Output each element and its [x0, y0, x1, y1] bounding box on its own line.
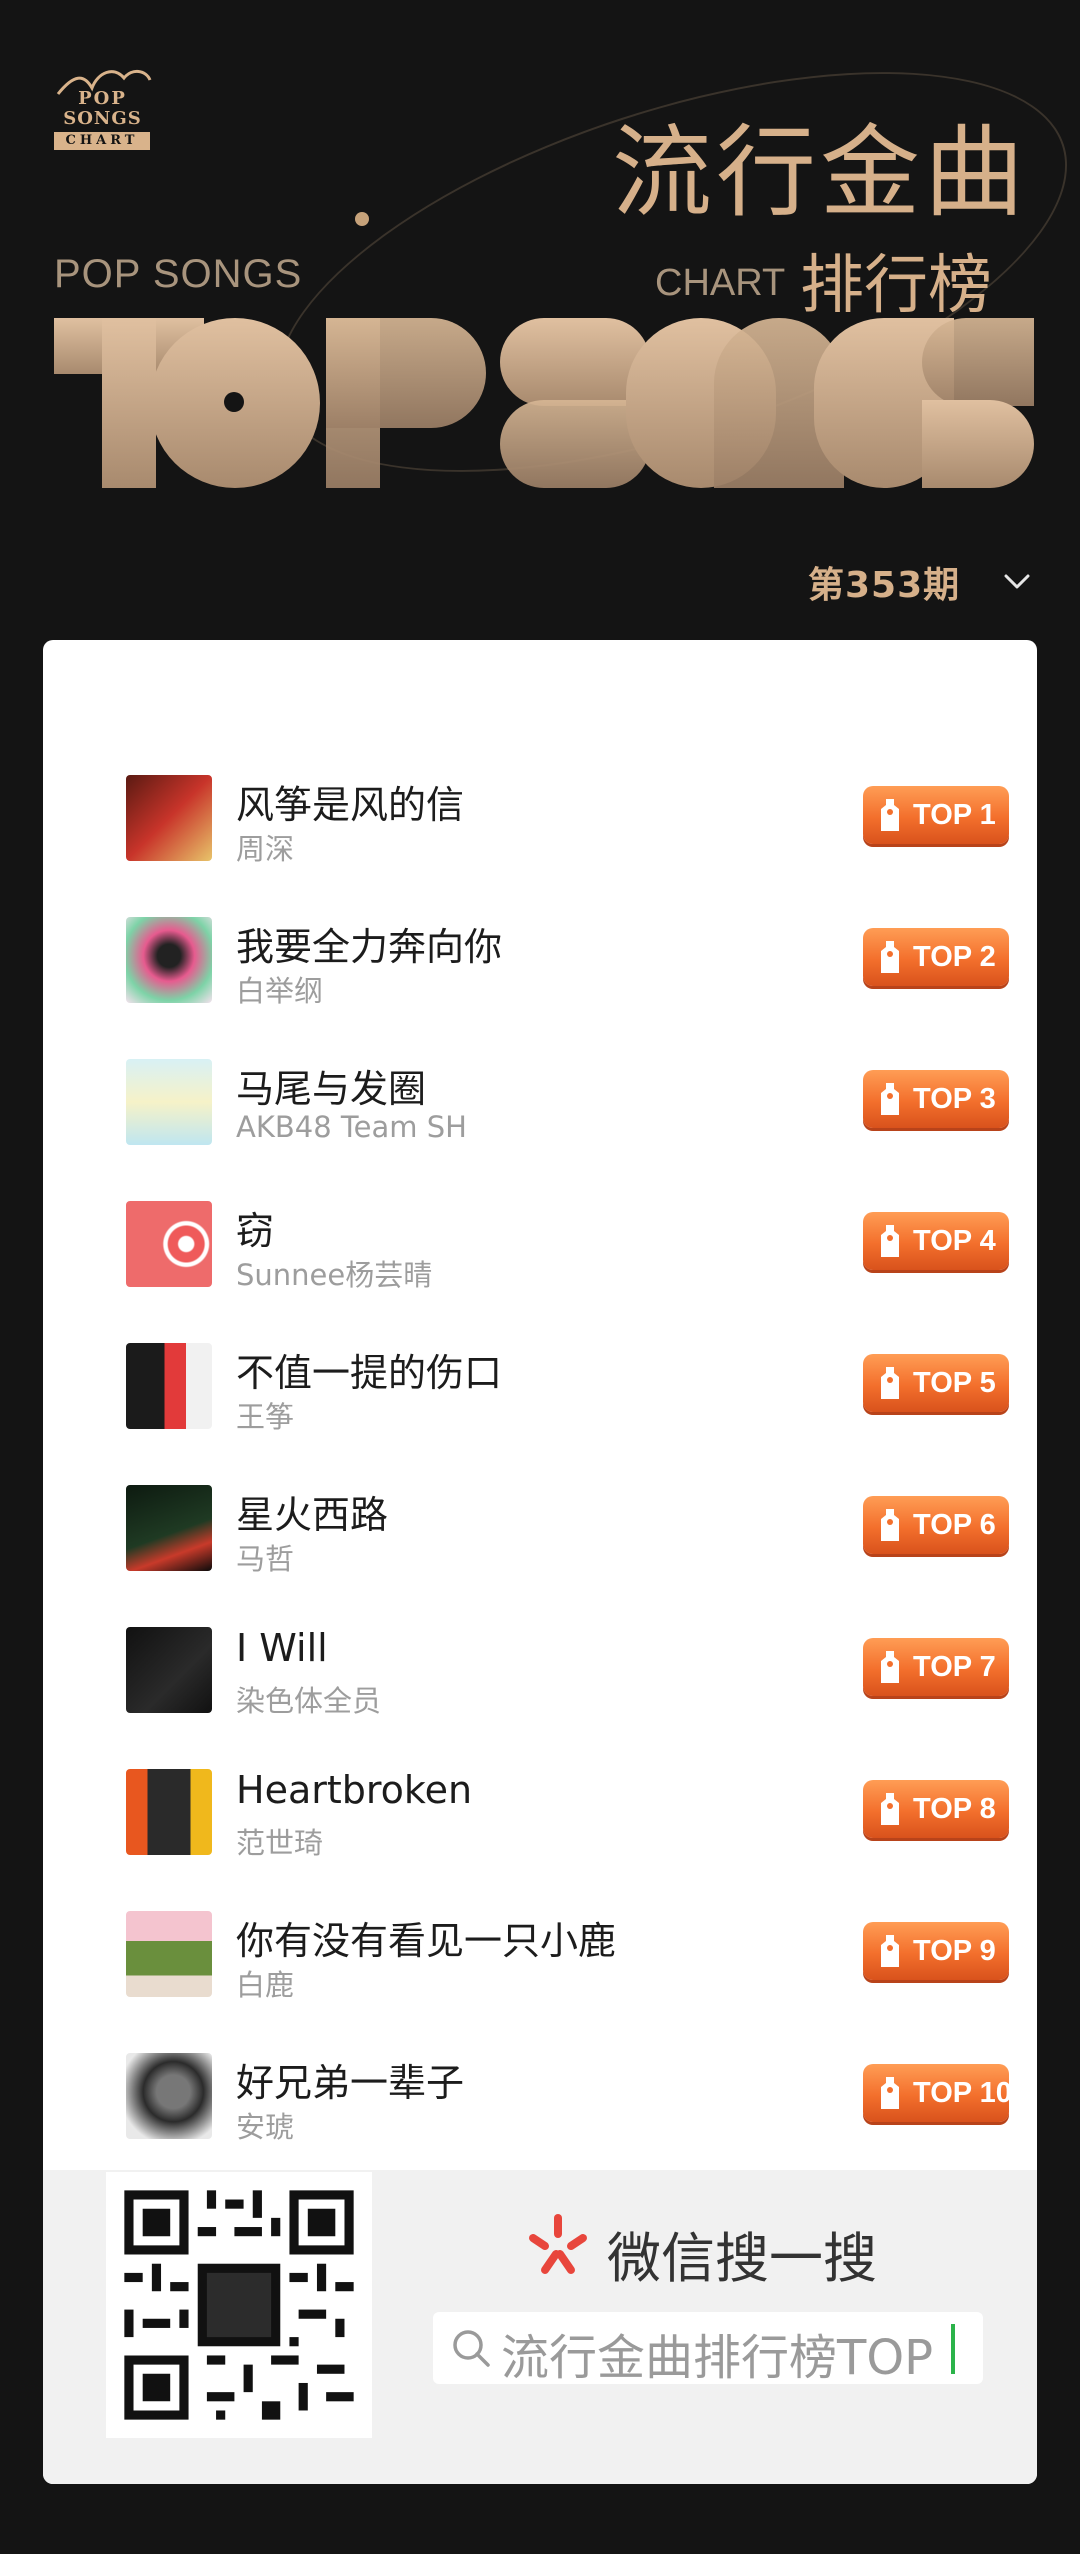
chart-label: CHART	[655, 262, 786, 304]
song-artist: 马哲	[236, 1542, 295, 1576]
rank-tag-icon	[881, 2077, 899, 2109]
song-artist: AKB48 Team SH	[236, 1110, 467, 1144]
rank-badge: TOP 5	[863, 1354, 1009, 1412]
search-icon	[453, 2330, 490, 2367]
rank-badge: TOP 1	[863, 786, 1009, 844]
song-title: 窃	[236, 1209, 275, 1253]
rank-tag-icon	[881, 1367, 899, 1399]
song-title: 我要全力奔向你	[236, 925, 503, 969]
song-artist: 周深	[236, 832, 295, 866]
orbit-dot	[355, 212, 369, 226]
rank-tag-icon	[881, 799, 899, 831]
song-row[interactable]: 风筝是风的信 周深 TOP 1	[43, 760, 1037, 880]
song-row[interactable]: Heartbroken 范世琦 TOP 8	[43, 1754, 1037, 1874]
chevron-down-icon[interactable]	[1002, 566, 1032, 596]
song-artist: Sunnee杨芸晴	[236, 1258, 433, 1292]
rank-badge: TOP 9	[863, 1922, 1009, 1980]
footer-promo: 微信搜一搜 流行金曲排行榜TOP	[43, 2170, 1037, 2484]
rank-tag-icon	[881, 1509, 899, 1541]
rank-badge: TOP 2	[863, 928, 1009, 986]
album-cover	[126, 1485, 212, 1571]
rank-tag-icon	[881, 941, 899, 973]
song-title: 风筝是风的信	[236, 783, 465, 827]
album-cover	[126, 1343, 212, 1429]
text-caret	[951, 2324, 955, 2374]
pop-songs-label: POP SONGS	[54, 252, 303, 296]
song-row[interactable]: 好兄弟一辈子 安琥 TOP 10	[43, 2038, 1037, 2158]
search-query: 流行金曲排行榜TOP	[501, 2330, 934, 2386]
song-artist: 白鹿	[236, 1968, 295, 2002]
song-artist: 安琥	[236, 2110, 295, 2144]
qr-code[interactable]	[106, 2172, 372, 2438]
song-artist: 白举纲	[236, 974, 324, 1008]
album-cover	[126, 2053, 212, 2139]
song-title: 不值一提的伤口	[236, 1351, 503, 1395]
wechat-search-label: 微信搜一搜	[607, 2227, 877, 2290]
song-row[interactable]: 星火西路 马哲 TOP 6	[43, 1470, 1037, 1590]
song-title: 马尾与发圈	[236, 1067, 427, 1111]
album-cover	[126, 1201, 212, 1287]
issue-number[interactable]: 第353期	[808, 556, 960, 608]
rank-tag-icon	[881, 1935, 899, 1967]
page-subtitle: 排行榜	[800, 249, 992, 323]
song-row[interactable]: 不值一提的伤口 王筝 TOP 5	[43, 1328, 1037, 1448]
album-cover	[126, 1059, 212, 1145]
song-row[interactable]: I Will 染色体全员 TOP 7	[43, 1612, 1037, 1732]
search-input[interactable]: 流行金曲排行榜TOP	[433, 2312, 983, 2386]
song-title: 好兄弟一辈子	[236, 2061, 465, 2105]
song-artist: 范世琦	[236, 1826, 324, 1860]
album-cover	[126, 1627, 212, 1713]
rank-badge: TOP 8	[863, 1780, 1009, 1838]
song-title: 星火西路	[236, 1493, 389, 1537]
rank-tag-icon	[881, 1793, 899, 1825]
song-row[interactable]: 马尾与发圈 AKB48 Team SH TOP 3	[43, 1044, 1037, 1164]
rank-badge: TOP 10	[863, 2064, 1012, 2122]
album-cover	[126, 775, 212, 861]
song-title: Heartbroken	[236, 1768, 473, 1812]
rank-badge: TOP 6	[863, 1496, 1009, 1554]
logo-pop: POP	[78, 88, 127, 109]
rank-tag-icon	[881, 1225, 899, 1257]
page-title: 流行金曲	[612, 114, 1028, 231]
song-artist: 染色体全员	[236, 1684, 382, 1718]
logo-chart: CHART	[54, 132, 150, 150]
song-row[interactable]: 你有没有看见一只小鹿 白鹿 TOP 9	[43, 1896, 1037, 2016]
pop-songs-chart-logo: POP SONGS CHART	[50, 58, 160, 158]
rank-badge: TOP 3	[863, 1070, 1009, 1128]
song-title: 你有没有看见一只小鹿	[236, 1919, 617, 1963]
rank-tag-icon	[881, 1651, 899, 1683]
rank-badge: TOP 7	[863, 1638, 1009, 1696]
logo-songs: SONGS	[63, 108, 142, 129]
song-artist: 王筝	[236, 1400, 295, 1434]
wechat-search-icon	[529, 2214, 587, 2274]
song-row[interactable]: 我要全力奔向你 白举纲 TOP 2	[43, 902, 1037, 1022]
chart-card: 风筝是风的信 周深 TOP 1 我要全力奔向你 白举纲 TOP 2 马尾与发圈 …	[43, 640, 1037, 2484]
album-cover	[126, 1769, 212, 1855]
header: POP SONGS CHART 流行金曲 POP SONGS CHART 排行榜…	[0, 0, 1080, 640]
rank-badge: TOP 4	[863, 1212, 1009, 1270]
song-row[interactable]: 窃 Sunnee杨芸晴 TOP 4	[43, 1186, 1037, 1306]
album-cover	[126, 1911, 212, 1997]
top-songs-graphic	[54, 318, 1034, 488]
song-title: I Will	[236, 1626, 328, 1670]
album-cover	[126, 917, 212, 1003]
rank-tag-icon	[881, 1083, 899, 1115]
